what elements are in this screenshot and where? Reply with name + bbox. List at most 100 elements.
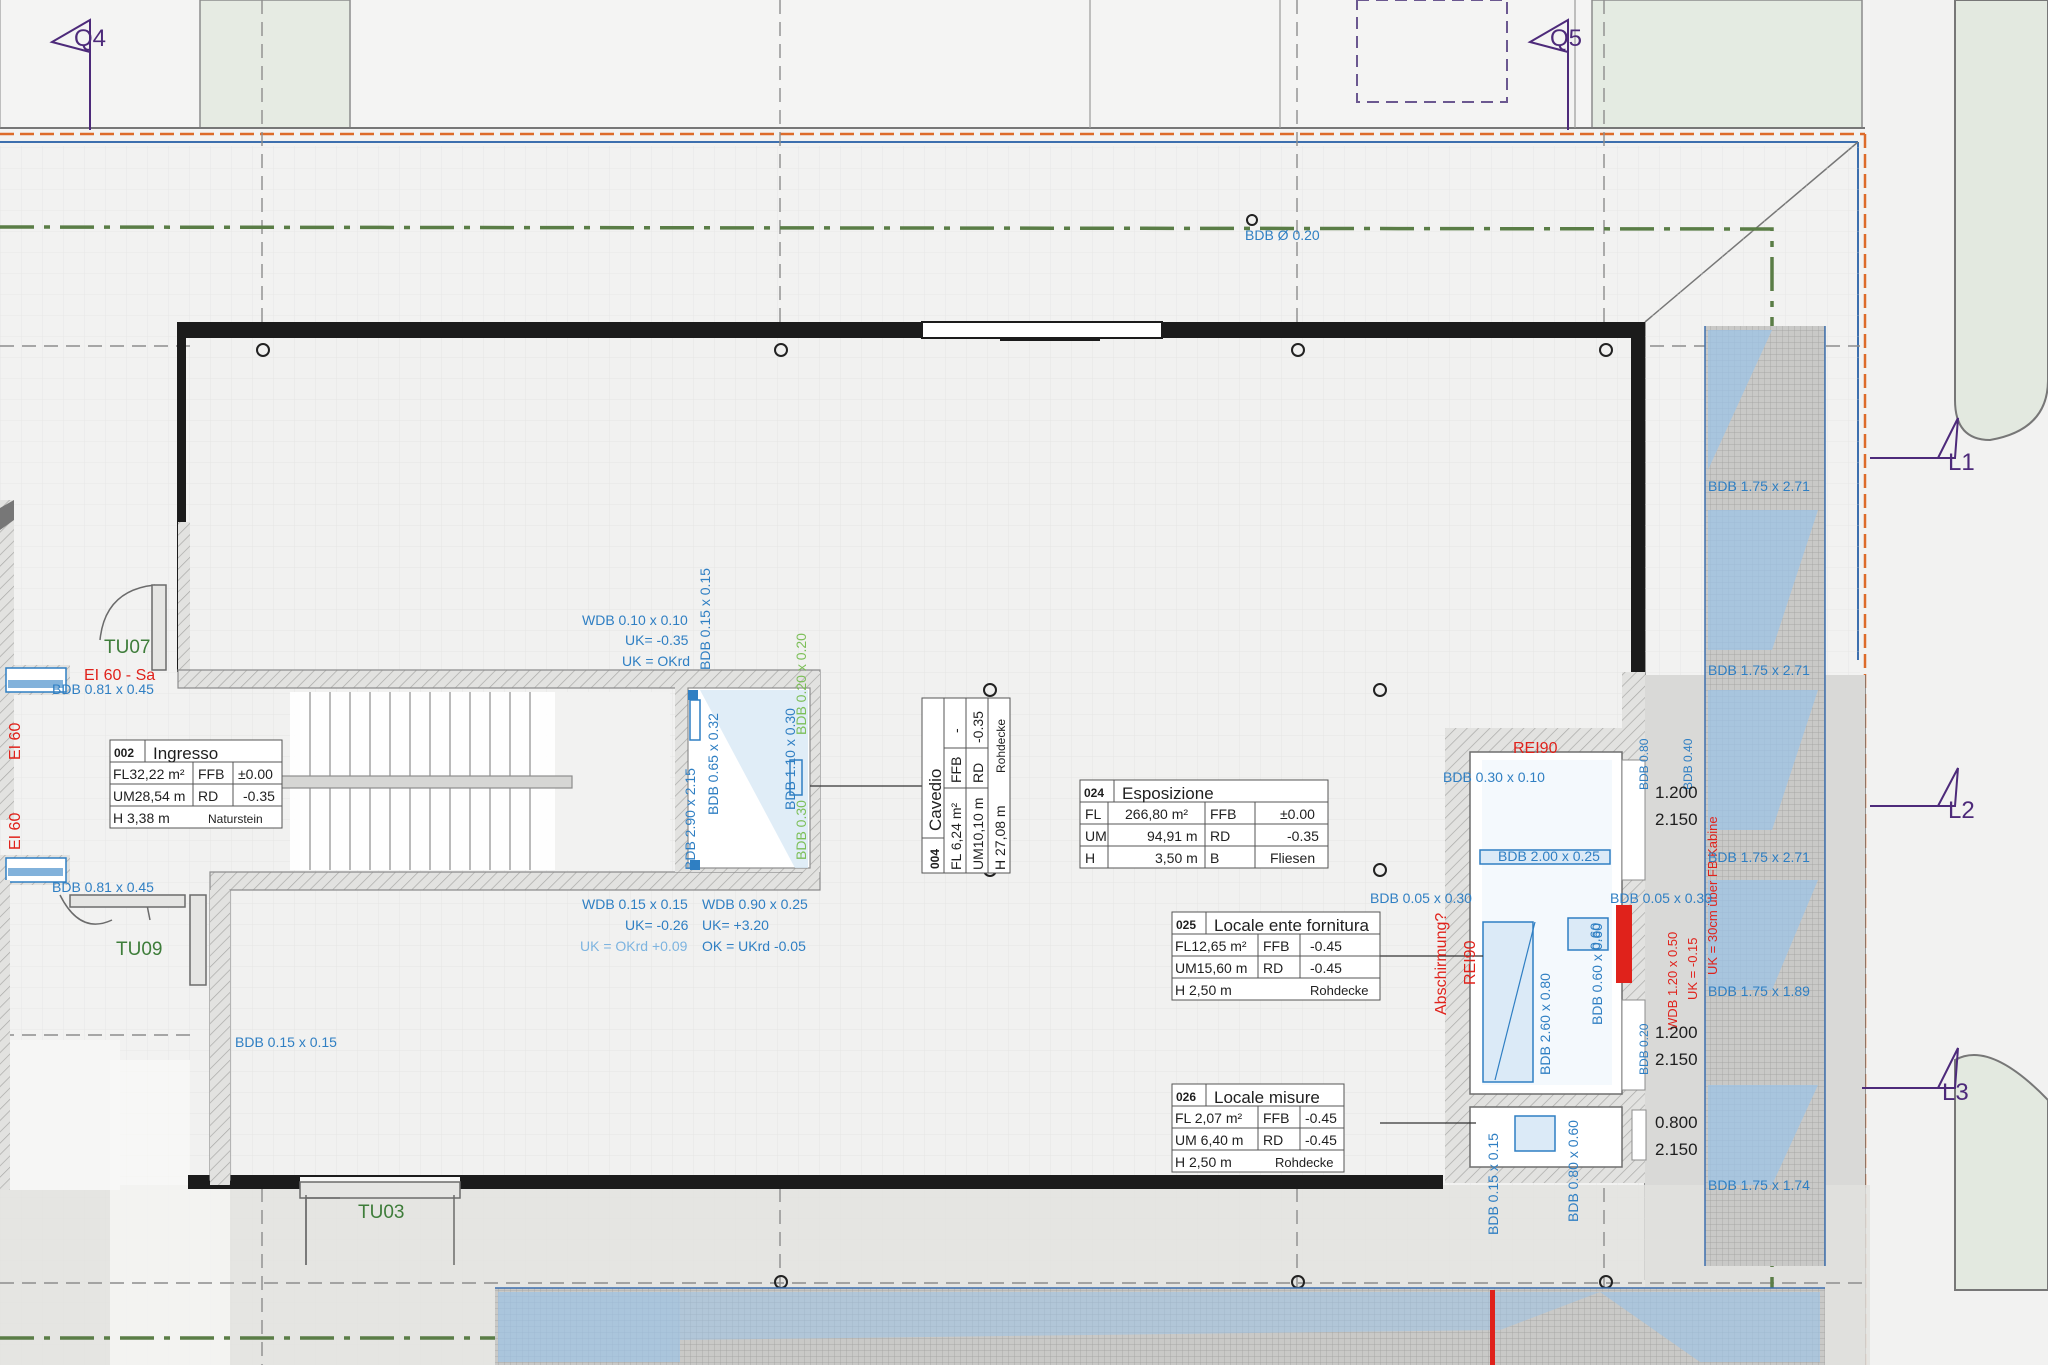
opening-label: BDB 0.81 x 0.45: [52, 879, 154, 895]
opening-label: UK= -0.35: [625, 632, 689, 648]
room-height-label: H: [1085, 850, 1095, 866]
fire-rating-rei90: REI90: [1462, 940, 1479, 985]
room-name: Esposizione: [1122, 784, 1214, 803]
section-marker-q5: Q5: [1550, 25, 1582, 52]
floor-plan: Q4 Q5 L1 L2 L3 002 Ingresso FL32,22 m² F…: [0, 0, 2048, 1365]
opening-label: BDB 0.15 x 0.15: [697, 568, 713, 670]
door-height: 2.150: [1655, 810, 1698, 829]
opening-label: BDB 0.80 x 0.60: [1565, 1120, 1581, 1222]
room-height: 3,50 m: [1155, 850, 1198, 866]
room-height: H 2,50 m: [1175, 982, 1232, 998]
building: [177, 214, 1645, 1289]
room-tag-cavedio: 004 Cavedio FL 6,24 m² FFB - UM10,10 m R…: [921, 697, 1011, 874]
room-number: 026: [1176, 1090, 1196, 1104]
room-rd-label: RD: [970, 763, 986, 783]
room-rd-label: RD: [1263, 960, 1283, 976]
room-height: H 3,38 m: [113, 810, 170, 826]
room-name: Locale misure: [1214, 1088, 1320, 1107]
room-tag-ingresso: 002 Ingresso FL32,22 m² FFB ±0.00 UM28,5…: [109, 739, 283, 829]
opening-label: UK = OKrd: [622, 653, 690, 669]
room-perimeter: UM 6,40 m: [1175, 1132, 1243, 1148]
room-tag-esposizione: 024 Esposizione FL 266,80 m² FFB ±0.00 U…: [1079, 779, 1329, 869]
room-floor-level: -0.45: [1310, 938, 1342, 954]
room-area: FL 6,24 m²: [948, 802, 964, 870]
room-rd-label: RD: [1210, 828, 1230, 844]
opening-label: BDB 0.05 x 0.30: [1610, 890, 1712, 906]
opening-label: BDB 0.15 x 0.15: [235, 1034, 337, 1050]
room-finish: Rohdecke: [1275, 1155, 1334, 1170]
room-number: 025: [1176, 918, 1196, 932]
room-perimeter: UM10,10 m: [970, 798, 986, 870]
room-tag-ente-fornitura: 025 Locale ente fornitura FL12,65 m² FFB…: [1171, 911, 1381, 1001]
opening-label: OK = UKrd -0.05: [702, 938, 806, 954]
door-tag-tu07: TU07: [104, 637, 150, 658]
room-number: 002: [114, 746, 134, 760]
fire-rating-ei60: EI 60: [7, 723, 24, 760]
room-area: 266,80 m²: [1125, 806, 1188, 822]
room-name: Cavedio: [926, 769, 945, 831]
room-rd-level: -0.45: [1310, 960, 1342, 976]
opening-label: BDB 0.65 x 0.32: [705, 713, 721, 815]
room-perimeter-label: UM: [1085, 828, 1107, 844]
opening-label: BDB 2.00 x 0.25: [1498, 848, 1600, 864]
room-rd-level: -0.35: [970, 711, 986, 743]
opening-label: BDB 1.75 x 2.71: [1708, 478, 1810, 494]
opening-label: BDB 1.75 x 1.89: [1708, 983, 1810, 999]
door-width: 1.200: [1655, 783, 1698, 802]
opening-label: UK = OKrd +0.09: [580, 938, 688, 954]
opening-label-green: BDB 0.20 x 0.20: [793, 633, 809, 735]
room-area: FL 2,07 m²: [1175, 1110, 1243, 1126]
room-height: H 27,08 m: [992, 805, 1008, 870]
shaft-strip: [1704, 326, 1826, 1266]
door-width: 1.200: [1655, 1023, 1698, 1042]
room-perimeter: UM15,60 m: [1175, 960, 1247, 976]
room-tag-locale-misure: 026 Locale misure FL 2,07 m² FFB -0.45 U…: [1171, 1083, 1345, 1173]
room-floor-label: FFB: [948, 757, 964, 783]
room-rd-label: RD: [1263, 1132, 1283, 1148]
room-floor-level: -: [948, 728, 964, 733]
door-height: 2.150: [1655, 1140, 1698, 1159]
room-finish: Fliesen: [1270, 850, 1315, 866]
room-floor-label: FFB: [198, 766, 224, 782]
opening-label: BDB Ø 0.20: [1245, 227, 1320, 243]
wall-opening-red: WDB 1.20 x 0.50: [1665, 932, 1680, 1030]
opening-label-green: BDB 0.30: [793, 800, 809, 860]
room-name: Ingresso: [153, 744, 218, 763]
room-floor-level: -0.45: [1305, 1110, 1337, 1126]
wall-opening-red-uk: UK = -0.15: [1685, 937, 1700, 1000]
room-floor-label: FFB: [1210, 806, 1236, 822]
opening-label: 0.60: [1587, 923, 1603, 950]
opening-label: UK= +3.20: [702, 917, 769, 933]
section-marker-q4: Q4: [74, 25, 106, 52]
opening-label: BDB 1.75 x 2.71: [1708, 849, 1810, 865]
opening-label: BDB 2.60 x 0.80: [1537, 973, 1553, 1075]
opening-label: WDB 0.90 x 0.25: [702, 896, 808, 912]
opening-label: BDB 0.20: [1637, 1023, 1651, 1075]
opening-label: BDB 0.05 x 0.30: [1370, 890, 1472, 906]
room-name: Locale ente fornitura: [1214, 916, 1370, 935]
room-b-label: B: [1210, 850, 1219, 866]
door-height: 2.150: [1655, 1050, 1698, 1069]
opening-label: BDB 1.75 x 1.74: [1708, 1177, 1810, 1193]
room-number: 004: [928, 849, 942, 869]
room-rd-level: -0.35: [1287, 828, 1319, 844]
shielding-label: Abschirmung?: [1433, 913, 1450, 1015]
section-marker-l2: L2: [1948, 797, 1975, 824]
opening-label: BDB 1.75 x 2.71: [1708, 662, 1810, 678]
opening-label: BDB 0.80: [1637, 738, 1651, 790]
room-floor-label: FFB: [1263, 938, 1289, 954]
door-tag-tu03: TU03: [358, 1202, 404, 1223]
opening-label: BDB 2.90 x 2.15: [682, 768, 698, 870]
door-width: 0.800: [1655, 1113, 1698, 1132]
room-number: 024: [1084, 786, 1104, 800]
opening-label: WDB 0.10 x 0.10: [582, 612, 688, 628]
opening-label: BDB 0.81 x 0.45: [52, 681, 154, 697]
room-floor-level: ±0.00: [1280, 806, 1315, 822]
opening-label: BDB 0.30 x 0.10: [1443, 769, 1545, 785]
room-perimeter: UM28,54 m: [113, 788, 185, 804]
bottom-shaft: [495, 1287, 1825, 1365]
room-rd-level: -0.35: [243, 788, 275, 804]
section-marker-l3: L3: [1942, 1079, 1969, 1106]
room-finish: Naturstein: [208, 812, 263, 826]
fire-rating-ei60: EI 60: [7, 813, 24, 850]
